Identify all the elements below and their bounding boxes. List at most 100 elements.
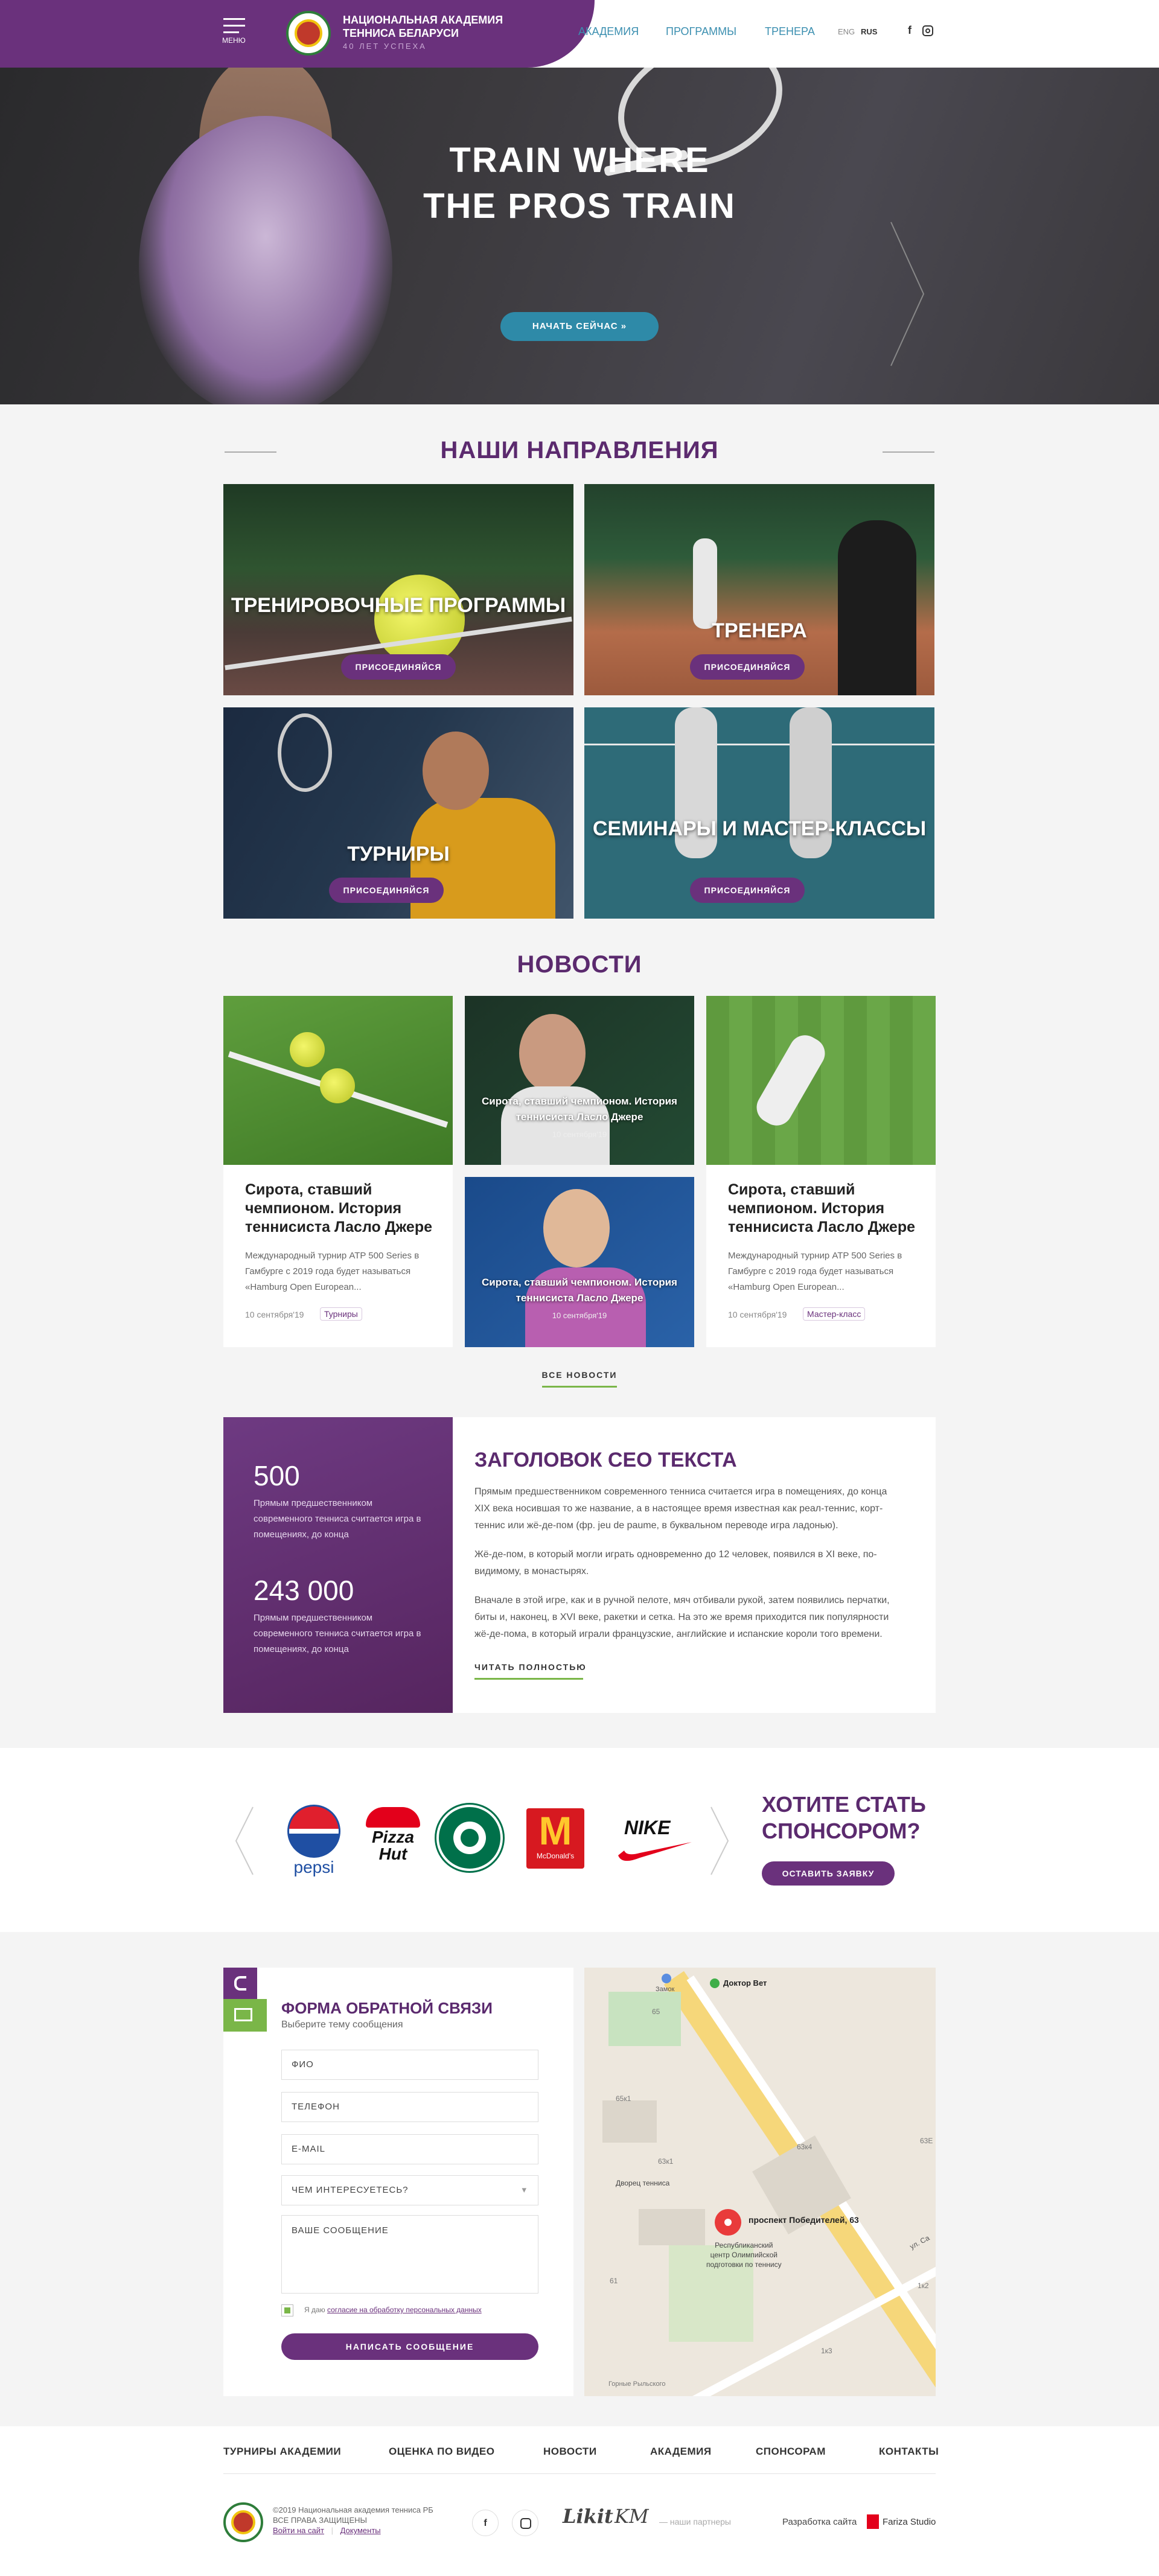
news-card[interactable]: Сирота, ставший чемпионом. История тенни… — [465, 1177, 694, 1347]
join-button[interactable]: ПРИСОЕДИНЯЙСЯ — [341, 654, 456, 680]
news-card-text: Международный турнир ATP 500 Series в Га… — [245, 1251, 420, 1292]
direction-card-seminars[interactable]: СЕМИНАРЫ И МАСТЕР-КЛАССЫ ПРИСОЕДИНЯЙСЯ — [584, 707, 934, 919]
footer-link-video-review[interactable]: ОЦЕНКА ПО ВИДЕО — [389, 2446, 494, 2458]
news-card[interactable]: Сирота, ставший чемпионом. История тенни… — [223, 996, 453, 1347]
news-card[interactable]: Сирота, ставший чемпионом. История тенни… — [465, 996, 694, 1165]
join-button[interactable]: ПРИСОЕДИНЯЙСЯ — [329, 878, 444, 903]
footer-link-tournaments[interactable]: ТУРНИРЫ АКАДЕМИИ — [223, 2446, 341, 2458]
sponsor-logo-mcdonalds[interactable]: M McDonald's — [526, 1808, 584, 1869]
sponsor-logo-pepsi[interactable]: pepsi — [284, 1805, 344, 1877]
player-face — [423, 732, 489, 810]
leave-request-button[interactable]: ОСТАВИТЬ ЗАЯВКУ — [762, 1861, 895, 1886]
hero-banner — [0, 68, 1159, 404]
footer-link-news[interactable]: НОВОСТИ — [543, 2446, 597, 2458]
footer-link-sponsors[interactable]: СПОНСОРАМ — [756, 2446, 826, 2458]
news-image — [706, 996, 936, 1165]
sponsor-logo-starbucks[interactable] — [436, 1805, 503, 1871]
direction-card-tournaments[interactable]: ТУРНИРЫ ПРИСОЕДИНЯЙСЯ — [223, 707, 573, 919]
partners-label: — наши партнеры — [659, 2517, 731, 2527]
mail-tab[interactable] — [223, 1999, 267, 2032]
hero-title-line-2: THE PROS TRAIN — [423, 187, 736, 226]
rights-text: ВСЕ ПРАВА ЗАЩИЩЕНЫ — [273, 2516, 368, 2525]
sponsor-cta-title: ХОТИТЕ СТАТЬ СПОНСОРОМ? — [762, 1791, 926, 1844]
nav-item-programs[interactable]: ПРОГРАММЫ — [666, 25, 736, 38]
hero-next-arrow-icon[interactable] — [887, 218, 930, 369]
send-message-button[interactable]: НАПИСАТЬ СООБЩЕНИЕ — [281, 2333, 538, 2360]
studio-logo-icon — [867, 2514, 879, 2529]
footer-logo[interactable] — [223, 2502, 263, 2542]
login-link[interactable]: Войти на сайт — [273, 2526, 324, 2535]
academy-logo[interactable] — [286, 11, 331, 56]
map-house-number: 61 — [610, 2277, 618, 2285]
sponsors-next-arrow-icon[interactable] — [707, 1805, 732, 1877]
start-now-button[interactable]: НАЧАТЬ СЕЙЧАС » — [500, 312, 659, 341]
nike-swoosh-icon — [618, 1842, 692, 1861]
directions-prev-arrow-icon[interactable] — [225, 451, 276, 453]
consent-text: Я даю согласие на обработку персональных… — [304, 2306, 482, 2314]
sponsor-cta-line-1: ХОТИТЕ СТАТЬ — [762, 1792, 926, 1817]
map-pin-icon[interactable] — [715, 2209, 741, 2236]
news-card-title: Сирота, ставший чемпионом. История тенни… — [482, 1095, 677, 1123]
direction-card-label: ТРЕНЕРА — [712, 619, 807, 642]
news-card-tag[interactable]: Мастер-класс — [803, 1307, 866, 1321]
footer-link-contacts[interactable]: КОНТАКТЫ — [879, 2446, 939, 2458]
join-button[interactable]: ПРИСОЕДИНЯЙСЯ — [690, 654, 805, 680]
footer-instagram-icon[interactable] — [512, 2510, 538, 2536]
phone-field[interactable]: ТЕЛЕФОН — [281, 2092, 538, 2122]
stat-value: 500 — [254, 1460, 300, 1491]
direction-card-programs[interactable]: ТРЕНИРОВОЧНЫЕ ПРОГРАММЫ ПРИСОЕДИНЯЙСЯ — [223, 484, 573, 695]
facebook-icon[interactable]: f — [908, 24, 912, 37]
racket-image — [278, 713, 332, 792]
map-house-number: 63Е — [920, 2137, 933, 2145]
player-figure — [838, 520, 916, 695]
footer-link-academy[interactable]: АКАДЕМИЯ — [650, 2446, 712, 2458]
sponsors-prev-arrow-icon[interactable] — [232, 1805, 257, 1877]
news-card-tag[interactable]: Турниры — [320, 1307, 362, 1321]
message-textarea[interactable]: ВАШЕ СООБЩЕНИЕ — [281, 2215, 538, 2294]
start-now-label: НАЧАТЬ СЕЙЧАС — [532, 321, 618, 331]
join-button[interactable]: ПРИСОЕДИНЯЙСЯ — [690, 878, 805, 903]
news-card[interactable]: Сирота, ставший чемпионом. История тенни… — [706, 996, 936, 1347]
sponsor-logo-nike[interactable]: NIKE — [616, 1817, 694, 1865]
sponsor-logo-pizzahut[interactable]: Pizza Hut — [360, 1805, 426, 1871]
all-news-link[interactable]: ВСЕ НОВОСТИ — [0, 1370, 1159, 1380]
location-map[interactable]: проспект Победителей, 63 Республиканский… — [584, 1968, 936, 2396]
brand-line-1: НАЦИОНАЛЬНАЯ АКАДЕМИЯ — [343, 14, 503, 26]
studio-link[interactable]: Fariza Studio — [883, 2517, 936, 2527]
stats-panel: 500 Прямым предшественником современного… — [223, 1417, 453, 1713]
consent-link[interactable]: согласие на обработку персональных данны… — [327, 2306, 482, 2314]
read-more-underline — [474, 1678, 583, 1680]
instagram-icon[interactable] — [922, 25, 933, 36]
interest-select[interactable]: ЧЕМ ИНТЕРЕСУЕТЕСЬ? ▾ — [281, 2175, 538, 2205]
footer-divider — [223, 2473, 936, 2474]
direction-card-coaches[interactable]: ТРЕНЕРА ПРИСОЕДИНЯЙСЯ — [584, 484, 934, 695]
footer-facebook-icon[interactable]: f — [472, 2510, 499, 2536]
double-chevron-icon: » — [621, 321, 627, 331]
hero-title-line-1: TRAIN WHERE — [449, 141, 710, 180]
direction-card-label: ТРЕНИРОВОЧНЫЕ ПРОГРАММЫ — [231, 594, 566, 617]
map-center-line: Республиканский — [715, 2241, 773, 2249]
form-title: ФОРМА ОБРАТНОЙ СВЯЗИ — [281, 1999, 493, 2017]
form-subtitle: Выберите тему сообщения — [281, 2020, 403, 2030]
nike-wordmark: NIKE — [624, 1817, 671, 1838]
player-face — [543, 1189, 610, 1267]
partner-logo-likit[interactable]: Likit — [563, 2505, 613, 2528]
sponsor-cta-line-2: СПОНСОРОМ? — [762, 1819, 921, 1843]
email-field[interactable]: E-MAIL — [281, 2134, 538, 2164]
nav-item-coaches[interactable]: ТРЕНЕРА — [765, 25, 815, 38]
chevron-down-icon: ▾ — [522, 2185, 527, 2195]
lang-ru[interactable]: RUS — [861, 27, 877, 36]
read-more-link[interactable]: ЧИТАТЬ ПОЛНОСТЬЮ — [474, 1662, 587, 1672]
directions-next-arrow-icon[interactable] — [883, 451, 934, 453]
consent-checkbox[interactable] — [281, 2304, 293, 2316]
nav-item-academy[interactable]: АКАДЕМИЯ — [578, 25, 639, 38]
phone-icon — [234, 1976, 246, 1991]
menu-button[interactable] — [223, 18, 245, 38]
stat-text: Прямым предшественником современного тен… — [254, 1613, 421, 1654]
mail-icon — [234, 2008, 252, 2021]
lang-en[interactable]: ENG — [838, 27, 855, 36]
phone-tab[interactable] — [223, 1968, 257, 1999]
partner-logo-km[interactable]: KM — [615, 2505, 649, 2528]
documents-link[interactable]: Документы — [340, 2526, 381, 2535]
name-field[interactable]: ФИО — [281, 2050, 538, 2080]
